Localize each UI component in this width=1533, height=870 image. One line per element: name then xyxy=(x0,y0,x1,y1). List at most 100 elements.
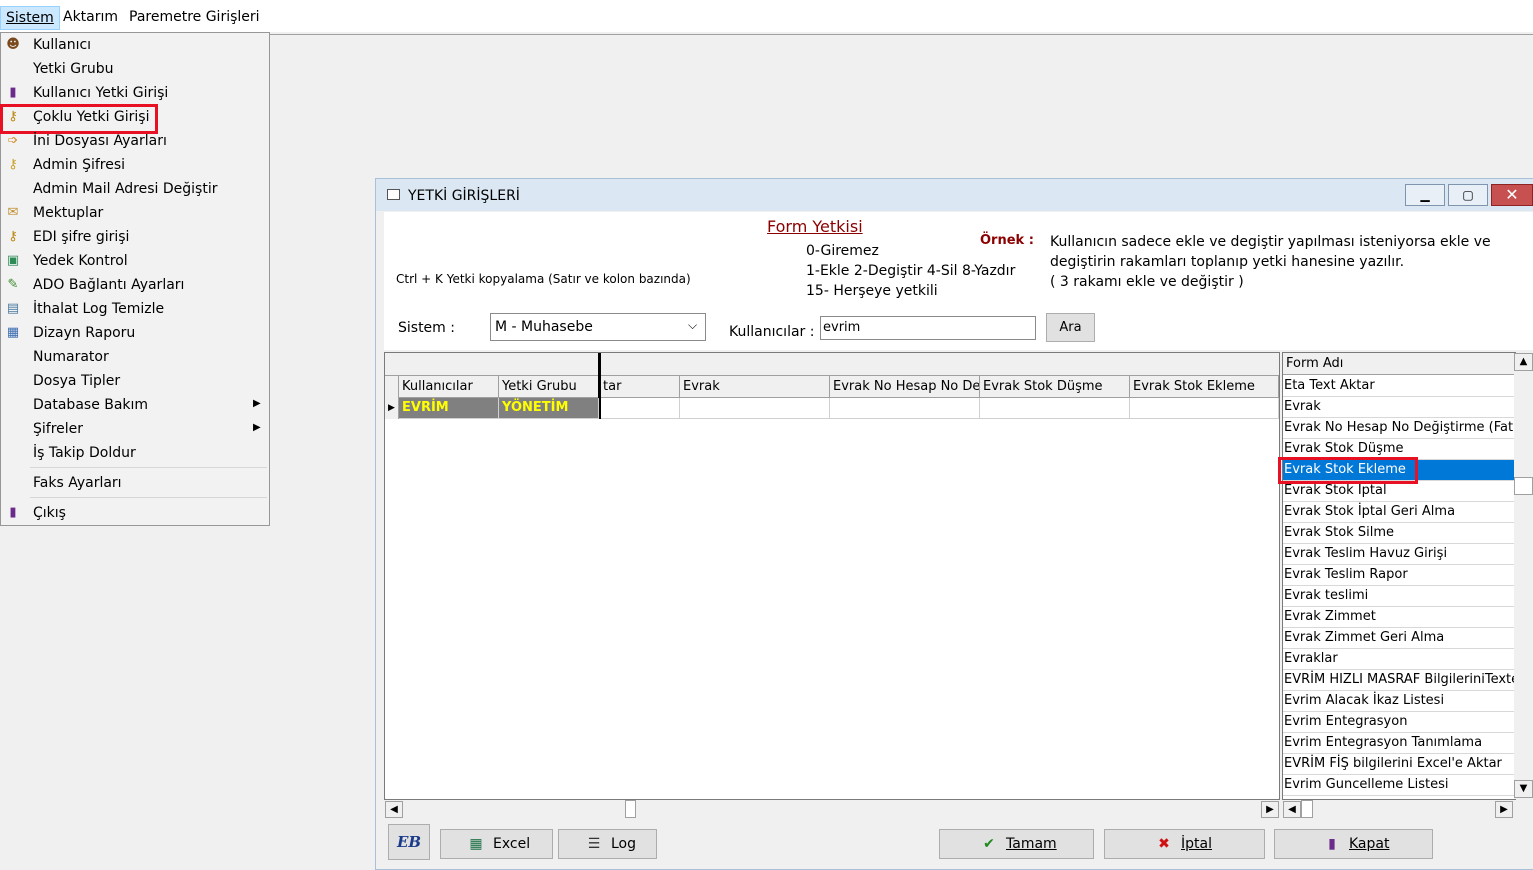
backup-icon: ▣ xyxy=(6,253,20,268)
row-indicator-icon: ▶ xyxy=(385,398,399,419)
form-list-header[interactable]: Form Adı xyxy=(1283,353,1514,375)
kapat-button[interactable]: ▮ Kapat xyxy=(1274,829,1433,859)
form-list-item[interactable]: EVRİM FİŞ bilgilerini Excel'e Aktar xyxy=(1283,754,1514,775)
grid-col-kullanicilar[interactable]: Kullanıcılar xyxy=(399,376,499,398)
scroll-right-icon[interactable]: ▶ xyxy=(1261,801,1279,818)
grid-cell[interactable] xyxy=(680,398,830,419)
ara-button[interactable]: Ara xyxy=(1046,313,1095,342)
menu-item-kullanici-yetki-girisi[interactable]: Kullanıcı Yetki Girişi xyxy=(33,85,168,101)
scroll-left-icon[interactable]: ◀ xyxy=(1283,801,1301,818)
form-list-item[interactable]: Evrim Guncelleme Listesi xyxy=(1283,775,1514,796)
form-list-item[interactable]: Evrim Entegrasyon xyxy=(1283,712,1514,733)
cancel-x-icon: ✖ xyxy=(1158,836,1170,852)
tamam-button[interactable]: ✔ Tamam xyxy=(939,829,1094,859)
menu-item-admin-sifresi[interactable]: Admin Şifresi xyxy=(33,157,125,173)
grid-cell-kullanici[interactable]: EVRİM xyxy=(399,398,499,419)
menu-item-faks-ayarlari[interactable]: Faks Ayarları xyxy=(33,475,122,491)
form-list-item[interactable]: Evrak No Hesap No Değiştirme (Fatura xyxy=(1283,418,1514,439)
sistem-select[interactable]: M - Muhasebe ⌵ xyxy=(490,313,706,341)
form-list-item[interactable]: Evrak Stok İptal xyxy=(1283,481,1514,502)
grid-col-evrak[interactable]: Evrak xyxy=(680,376,830,398)
menu-item-edi-sifre[interactable]: EDI şifre girişi xyxy=(33,229,129,245)
checkmark-icon: ✔ xyxy=(983,836,995,852)
form-list-hscrollbar[interactable] xyxy=(1283,800,1514,818)
excel-button[interactable]: ▦ Excel xyxy=(440,829,553,859)
scroll-up-icon[interactable]: ▲ xyxy=(1514,353,1533,371)
scroll-right-icon[interactable]: ▶ xyxy=(1495,801,1513,818)
grid-cell-yetki-grubu[interactable]: YÖNETİM xyxy=(499,398,599,419)
menu-item-kullanici[interactable]: Kullanıcı xyxy=(33,37,91,53)
edi-key-icon: ⚷ xyxy=(8,229,18,244)
form-list-item[interactable]: Evrak Zimmet Geri Alma xyxy=(1283,628,1514,649)
menu-item-ado-baglanti[interactable]: ADO Bağlantı Ayarları xyxy=(33,277,184,293)
form-list-item[interactable]: Evrak teslimi xyxy=(1283,586,1514,607)
grid-cell[interactable] xyxy=(601,398,680,419)
legend-line-3: 15- Herşeye yetkili xyxy=(806,283,938,299)
grid-header-band xyxy=(385,353,1279,376)
menu-item-admin-mail[interactable]: Admin Mail Adresi Değiştir xyxy=(33,181,217,197)
maximize-button[interactable]: ▢ xyxy=(1448,184,1488,206)
menu-item-sifreler[interactable]: Şifreler xyxy=(33,421,83,437)
form-list-item[interactable]: Evrak Teslim Rapor xyxy=(1283,565,1514,586)
menu-parametre-girisleri[interactable]: Paremetre Girişleri xyxy=(129,9,260,25)
menu-item-yetki-grubu[interactable]: Yetki Grubu xyxy=(33,61,113,77)
menu-item-is-takip-doldur[interactable]: İş Takip Doldur xyxy=(33,445,136,461)
form-list-item[interactable]: Evraklar xyxy=(1283,649,1514,670)
log-icon: ☰ xyxy=(587,836,601,852)
excel-icon: ▦ xyxy=(469,836,483,852)
menu-item-ithalat-log[interactable]: İthalat Log Temizle xyxy=(33,301,164,317)
menu-item-yedek-kontrol[interactable]: Yedek Kontrol xyxy=(33,253,128,269)
grid-cell[interactable] xyxy=(980,398,1130,419)
grid-cell[interactable] xyxy=(1130,398,1279,419)
window-titlebar[interactable] xyxy=(376,179,1533,211)
menu-item-numarator[interactable]: Numarator xyxy=(33,349,109,365)
grid-col-evrak-stok-ekleme[interactable]: Evrak Stok Ekleme xyxy=(1130,376,1279,398)
form-list-item[interactable]: Eta Text Aktar xyxy=(1283,376,1514,397)
form-list-item[interactable]: Evrim Entegrasyon Tanımlama xyxy=(1283,733,1514,754)
menu-aktarim[interactable]: Aktarım xyxy=(63,9,118,25)
legend-line-1: 0-Giremez xyxy=(806,243,879,259)
grid-hscroll-thumb[interactable] xyxy=(625,800,636,818)
door-exit-icon: ▮ xyxy=(1328,836,1336,852)
menu-item-ini-dosyasi[interactable]: İni Dosyası Ayarları xyxy=(33,133,167,149)
connection-icon: ✎ xyxy=(7,277,19,292)
form-list-item[interactable]: Evrak Stok İptal Geri Alma xyxy=(1283,502,1514,523)
minimize-button[interactable]: ▁ xyxy=(1405,184,1445,206)
form-list-item[interactable]: Evrak Zimmet xyxy=(1283,607,1514,628)
menu-item-mektuplar[interactable]: Mektuplar xyxy=(33,205,103,221)
excel-button-label: Excel xyxy=(493,836,531,852)
log-button[interactable]: ☰ Log xyxy=(558,829,657,859)
submenu-arrow-icon: ▶ xyxy=(253,398,261,409)
exit-icon: ▮ xyxy=(9,505,17,520)
window-title: YETKİ GİRİŞLERİ xyxy=(408,188,520,204)
form-list-hscroll-thumb[interactable] xyxy=(1301,800,1313,818)
menu-item-cikis[interactable]: Çıkış xyxy=(33,505,66,521)
grid-hscrollbar[interactable] xyxy=(385,800,1279,818)
menu-item-database-bakim[interactable]: Database Bakım xyxy=(33,397,148,413)
scroll-down-icon[interactable]: ▼ xyxy=(1514,780,1533,798)
grid-col-evrak-stok-dusme[interactable]: Evrak Stok Düşme xyxy=(980,376,1130,398)
log-clean-icon: ▤ xyxy=(6,301,20,316)
grid-col-evrak-no-hesap[interactable]: Evrak No Hesap No De xyxy=(830,376,980,398)
menu-sistem[interactable]: Sistem xyxy=(0,6,60,30)
form-list-vscrollbar[interactable] xyxy=(1514,353,1533,799)
form-list-item[interactable]: Evrim Alacak İkaz Listesi xyxy=(1283,691,1514,712)
grid-col-yetki-grubu[interactable]: Yetki Grubu xyxy=(499,376,599,398)
iptal-button[interactable]: ✖ İptal xyxy=(1104,829,1265,859)
close-button[interactable]: ✕ xyxy=(1491,184,1533,206)
form-list-item[interactable]: Evrak Teslim Havuz Girişi xyxy=(1283,544,1514,565)
menu-item-dizayn-raporu[interactable]: Dizayn Raporu xyxy=(33,325,135,341)
form-list-item[interactable]: Evrak Stok Silme xyxy=(1283,523,1514,544)
kullanicilar-input[interactable]: evrim xyxy=(820,316,1036,340)
form-list-item[interactable]: EVRİM HIZLI MASRAF BilgileriniTexte xyxy=(1283,670,1514,691)
scroll-left-icon[interactable]: ◀ xyxy=(385,801,403,818)
menu-item-dosya-tipler[interactable]: Dosya Tipler xyxy=(33,373,120,389)
grid-col-aktar[interactable]: tar xyxy=(600,376,680,398)
form-list-vscroll-thumb[interactable] xyxy=(1514,477,1533,495)
copy-hint: Ctrl + K Yetki kopyalama (Satır ve kolon… xyxy=(396,272,691,286)
grid-cell[interactable] xyxy=(830,398,980,419)
key-user-icon: ▮ xyxy=(9,85,17,100)
form-list-item[interactable]: Evrak xyxy=(1283,397,1514,418)
menu-separator xyxy=(30,467,267,468)
eb-logo-button[interactable]: EB xyxy=(388,824,430,860)
